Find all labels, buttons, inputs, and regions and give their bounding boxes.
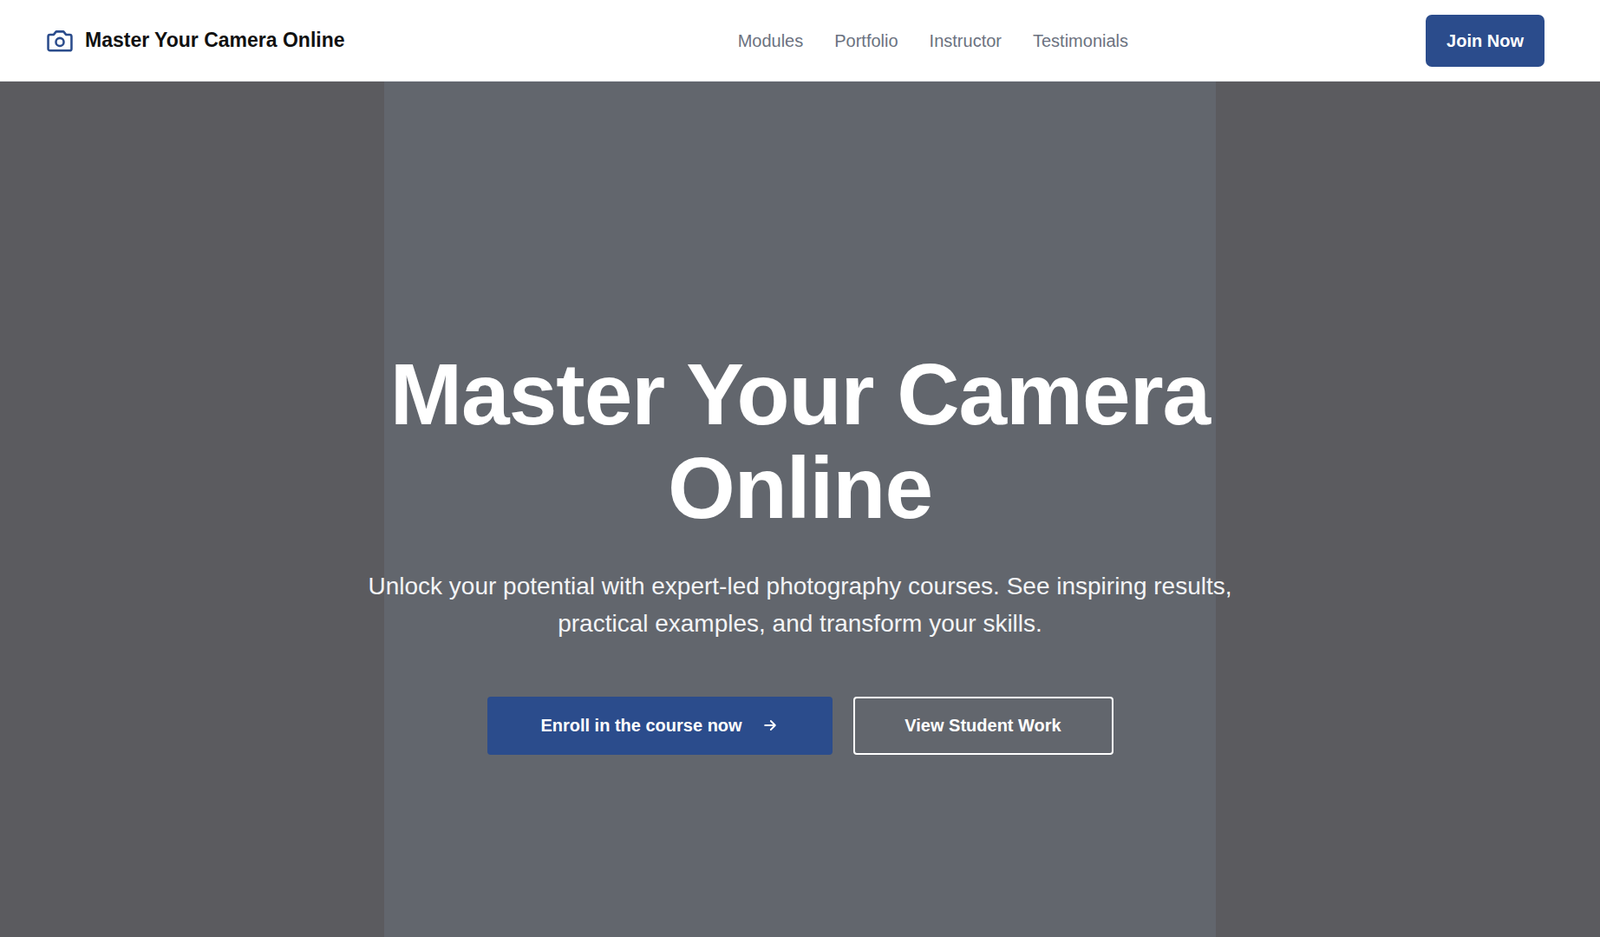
brand-name[interactable]: Master Your Camera Online xyxy=(84,25,346,56)
brand-link[interactable]: Master Your Camera Online xyxy=(45,25,346,56)
camera-icon xyxy=(45,26,75,56)
nav-link[interactable]: Portfolio xyxy=(834,27,898,54)
nav-link[interactable]: Instructor xyxy=(929,27,1002,54)
view-work-button[interactable]: View Student Work xyxy=(853,696,1114,755)
arrow-right-icon xyxy=(761,716,779,734)
nav-link[interactable]: Modules xyxy=(737,27,804,54)
join-button[interactable]: Join Now xyxy=(1425,14,1545,67)
hero-buttons: Enroll in the course now View Student Wo… xyxy=(487,696,1114,755)
top-navbar: Master Your Camera Online Modules Portfol… xyxy=(0,0,1600,82)
nav-link[interactable]: Testimonials xyxy=(1032,27,1129,54)
hero-title: Master Your Camera Online xyxy=(314,346,1287,535)
enroll-label[interactable]: Enroll in the course now xyxy=(540,711,742,738)
hero-subtitle: Unlock your potential with expert-led ph… xyxy=(366,567,1235,643)
hero-section: Master Your Camera Online Unlock your po… xyxy=(0,81,1600,937)
nav-links: Modules Portfolio Instructor Testimonials xyxy=(737,27,1129,54)
enroll-button[interactable]: Enroll in the course now xyxy=(487,696,833,755)
